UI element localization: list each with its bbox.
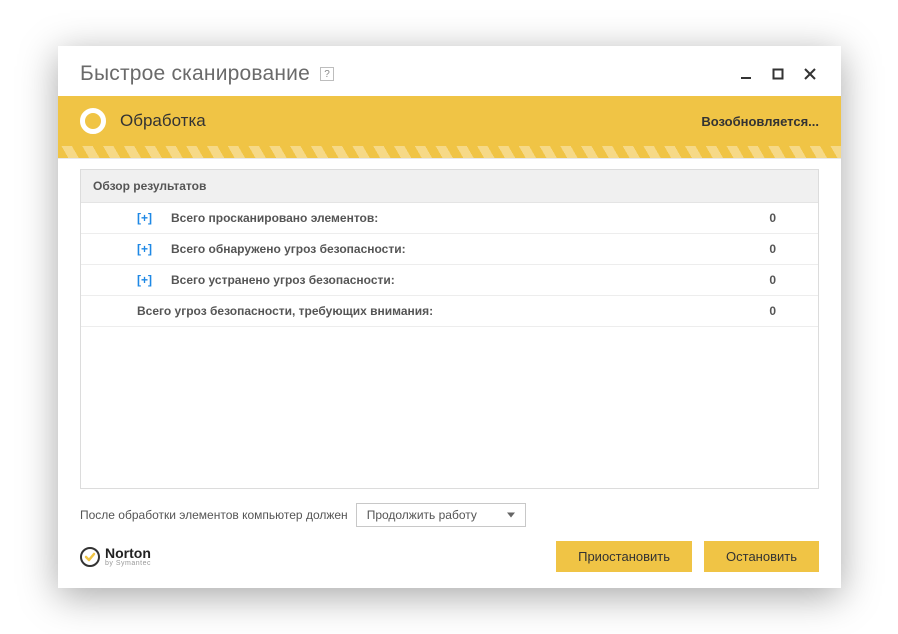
results-row-threats-found: [+] Всего обнаружено угроз безопасности:… (81, 234, 818, 265)
norton-check-icon (80, 547, 100, 567)
progress-stripes (58, 146, 841, 159)
status-right-text: Возобновляется... (701, 114, 819, 129)
row-label: Всего просканировано элементов: (171, 211, 378, 225)
expand-icon[interactable]: [+] (137, 273, 161, 287)
window-controls (737, 65, 819, 83)
titlebar: Быстрое сканирование ? (58, 46, 841, 96)
row-value: 0 (769, 273, 776, 287)
row-label: Всего угроз безопасности, требующих вним… (137, 304, 433, 318)
norton-logo: Norton by Symantec (80, 546, 151, 567)
results-row-scanned: [+] Всего просканировано элементов: 0 (81, 203, 818, 234)
status-label: Обработка (120, 111, 206, 131)
minimize-button[interactable] (737, 65, 755, 83)
select-value: Продолжить работу (367, 508, 477, 522)
close-button[interactable] (801, 65, 819, 83)
post-scan-action-select[interactable]: Продолжить работу (356, 503, 526, 527)
row-label: Всего устранено угроз безопасности: (171, 273, 395, 287)
logo-name: Norton (105, 546, 151, 560)
progress-ring-icon (80, 108, 106, 134)
pause-button[interactable]: Приостановить (556, 541, 692, 572)
maximize-button[interactable] (769, 65, 787, 83)
scan-window: Быстрое сканирование ? Обработка Возобно… (58, 46, 841, 588)
row-label: Всего обнаружено угроз безопасности: (171, 242, 406, 256)
results-header: Обзор результатов (81, 170, 818, 203)
post-scan-action-label: После обработки элементов компьютер долж… (80, 508, 348, 522)
results-row-threats-resolved: [+] Всего устранено угроз безопасности: … (81, 265, 818, 296)
footer: Norton by Symantec Приостановить Останов… (58, 533, 841, 588)
results-row-threats-attention: Всего угроз безопасности, требующих вним… (81, 296, 818, 327)
logo-subtitle: by Symantec (105, 560, 151, 567)
status-bar: Обработка Возобновляется... (58, 96, 841, 146)
help-button[interactable]: ? (320, 67, 334, 81)
expand-icon[interactable]: [+] (137, 211, 161, 225)
stop-button[interactable]: Остановить (704, 541, 819, 572)
row-value: 0 (769, 242, 776, 256)
row-value: 0 (769, 304, 776, 318)
content-area: Обзор результатов [+] Всего просканирова… (58, 159, 841, 533)
row-value: 0 (769, 211, 776, 225)
window-title: Быстрое сканирование (80, 62, 310, 86)
logo-text: Norton by Symantec (105, 546, 151, 567)
post-scan-action-row: После обработки элементов компьютер долж… (80, 489, 819, 533)
results-panel: Обзор результатов [+] Всего просканирова… (80, 169, 819, 489)
action-buttons: Приостановить Остановить (556, 541, 819, 572)
expand-icon[interactable]: [+] (137, 242, 161, 256)
